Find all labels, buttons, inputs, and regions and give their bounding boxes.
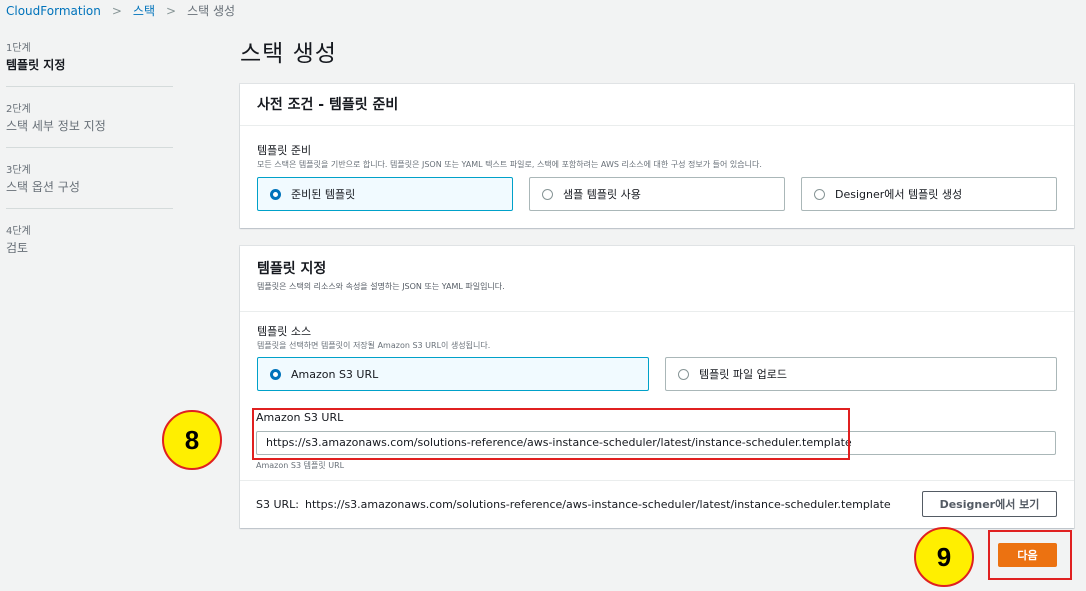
step-number: 1단계: [6, 43, 31, 54]
breadcrumb: CloudFormation > 스택 > 스택 생성: [6, 2, 235, 19]
template-source-description: 템플릿을 선택하면 템플릿이 저장될 Amazon S3 URL이 생성됩니다.: [257, 341, 491, 350]
view-in-designer-button[interactable]: Designer에서 보기: [922, 491, 1057, 517]
step-2: 2단계 스택 세부 정보 지정: [6, 99, 173, 148]
radio-selected-icon[interactable]: [270, 188, 281, 200]
breadcrumb-current: 스택 생성: [187, 4, 236, 18]
step-number: 4단계: [6, 226, 31, 237]
highlight-box-next: [988, 530, 1072, 580]
option-label: 템플릿 파일 업로드: [699, 368, 787, 381]
s3-url-summary-value: https://s3.amazonaws.com/solutions-refer…: [305, 498, 891, 511]
step-4: 4단계 검토: [6, 221, 173, 269]
option-label: Designer에서 템플릿 생성: [835, 188, 963, 201]
highlight-box-url: [252, 408, 850, 460]
step-number: 3단계: [6, 165, 31, 176]
step-1[interactable]: 1단계 템플릿 지정: [6, 38, 173, 87]
s3-url-hint: Amazon S3 템플릿 URL: [256, 461, 345, 470]
sample-template-option[interactable]: 샘플 템플릿 사용: [529, 177, 785, 211]
step-number: 2단계: [6, 104, 31, 115]
upload-template-file-option[interactable]: 템플릿 파일 업로드: [665, 357, 1057, 391]
designer-template-option[interactable]: Designer에서 템플릿 생성: [801, 177, 1057, 211]
panel-title: 템플릿 지정: [257, 261, 327, 277]
template-source-label: 템플릿 소스: [257, 325, 312, 338]
step-navigation: 1단계 템플릿 지정 2단계 스택 세부 정보 지정 3단계 스택 옵션 구성 …: [6, 38, 173, 281]
step-title: 스택 옵션 구성: [6, 180, 80, 194]
breadcrumb-separator-icon: >: [111, 3, 122, 18]
callout-9: 9: [914, 527, 974, 587]
step-3: 3단계 스택 옵션 구성: [6, 160, 173, 209]
breadcrumb-cloudformation-link[interactable]: CloudFormation: [6, 4, 101, 18]
amazon-s3-url-option[interactable]: Amazon S3 URL: [257, 357, 649, 391]
option-label: 준비된 템플릿: [291, 188, 356, 201]
option-label: 샘플 템플릿 사용: [563, 188, 641, 201]
option-label: Amazon S3 URL: [291, 367, 379, 381]
step-title: 템플릿 지정: [6, 58, 66, 72]
radio-icon[interactable]: [814, 188, 825, 200]
radio-icon[interactable]: [542, 188, 553, 200]
page-title: 스택 생성: [240, 41, 337, 67]
s3-url-summary: S3 URL: https://s3.amazonaws.com/solution…: [256, 498, 891, 511]
step-title: 스택 세부 정보 지정: [6, 119, 106, 133]
divider: [240, 480, 1074, 481]
breadcrumb-separator-icon: >: [166, 3, 177, 18]
s3-url-summary-key: S3 URL:: [256, 498, 300, 511]
step-title: 검토: [6, 241, 29, 255]
radio-selected-icon[interactable]: [270, 368, 281, 380]
prepare-template-label: 템플릿 준비: [257, 144, 312, 157]
radio-icon[interactable]: [678, 368, 689, 380]
breadcrumb-stacks-link[interactable]: 스택: [133, 2, 155, 19]
prepare-template-description: 모든 스택은 템플릿을 기반으로 합니다. 템플릿은 JSON 또는 YAML …: [257, 160, 762, 169]
callout-8: 8: [162, 410, 222, 470]
panel-title: 사전 조건 - 템플릿 준비: [240, 84, 1074, 126]
panel-description: 템플릿은 스택의 리소스와 속성을 설명하는 JSON 또는 YAML 파일입니…: [257, 282, 505, 291]
template-is-ready-option[interactable]: 준비된 템플릿: [257, 177, 513, 211]
